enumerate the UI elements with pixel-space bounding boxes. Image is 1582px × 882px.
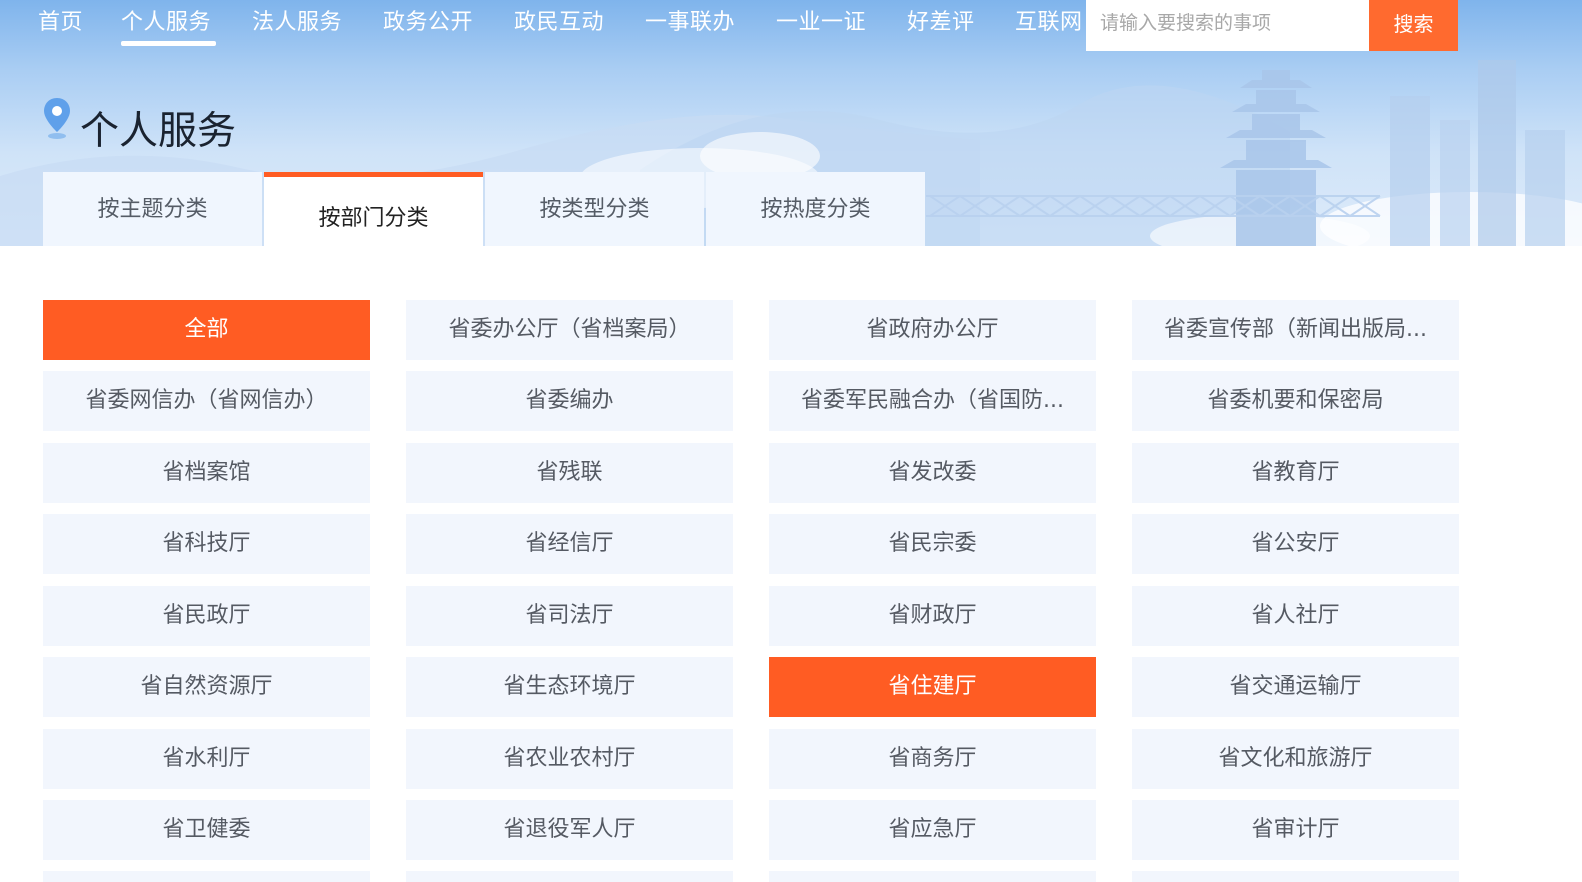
department-item[interactable]: 省文化和旅游厅 [1132,729,1459,789]
department-item-partial[interactable] [769,871,1096,882]
department-item[interactable]: 省退役军人厅 [406,800,733,860]
nav-item-internet[interactable]: 互联网 [1015,4,1083,36]
department-item[interactable]: 省司法厅 [406,586,733,646]
nav-item-government-affairs-disclosure[interactable]: 政务公开 [383,4,473,36]
department-item[interactable]: 省商务厅 [769,729,1096,789]
department-item[interactable]: 省委网信办（省网信办） [43,371,370,431]
tab-by-popularity[interactable]: 按热度分类 [706,172,925,246]
nav-item-government-citizen-interaction[interactable]: 政民互动 [514,4,604,36]
department-item[interactable]: 省委军民融合办（省国防... [769,371,1096,431]
department-item[interactable]: 省委编办 [406,371,733,431]
tab-by-department[interactable]: 按部门分类 [264,172,483,246]
active-nav-indicator [121,41,216,46]
department-item[interactable]: 省民政厅 [43,586,370,646]
header-banner: 首页 个人服务 法人服务 政务公开 政民互动 一事联办 一业一证 好差评 互联网… [0,0,1582,246]
department-item[interactable]: 省农业农村厅 [406,729,733,789]
location-pin-icon [44,98,70,139]
page-title: 个人服务 [80,109,237,154]
department-item[interactable]: 省自然资源厅 [43,657,370,717]
department-item[interactable]: 省审计厅 [1132,800,1459,860]
department-item[interactable]: 省经信厅 [406,514,733,574]
nav-item-service-rating[interactable]: 好差评 [907,4,975,36]
department-item[interactable]: 省政府办公厅 [769,300,1096,360]
department-item[interactable]: 省公安厅 [1132,514,1459,574]
department-item[interactable]: 省应急厅 [769,800,1096,860]
department-item[interactable]: 省发改委 [769,443,1096,503]
department-item[interactable]: 省档案馆 [43,443,370,503]
department-item[interactable]: 省委办公厅（省档案局） [406,300,733,360]
nav-item-legal-entity-services[interactable]: 法人服务 [252,4,342,36]
department-item[interactable]: 省委机要和保密局 [1132,371,1459,431]
department-item[interactable]: 省水利厅 [43,729,370,789]
department-item[interactable]: 省生态环境厅 [406,657,733,717]
nav-item-personal-services[interactable]: 个人服务 [121,4,211,36]
search-input[interactable] [1086,0,1369,51]
department-item[interactable]: 省卫健委 [43,800,370,860]
department-item-selected[interactable]: 省住建厅 [769,657,1096,717]
tab-by-theme[interactable]: 按主题分类 [43,172,262,246]
nav-item-one-industry-one-license[interactable]: 一业一证 [776,4,866,36]
department-item[interactable]: 省交通运输厅 [1132,657,1459,717]
nav-item-one-thing-joint-service[interactable]: 一事联办 [645,4,735,36]
department-item-partial[interactable] [1132,871,1459,882]
search-button[interactable]: 搜索 [1369,0,1458,51]
department-item[interactable]: 省教育厅 [1132,443,1459,503]
department-item[interactable]: 省民宗委 [769,514,1096,574]
department-item[interactable]: 省委宣传部（新闻出版局... [1132,300,1459,360]
nav-item-home[interactable]: 首页 [38,4,83,36]
category-tabs: 按主题分类 按部门分类 按类型分类 按热度分类 [43,172,927,246]
tab-by-type[interactable]: 按类型分类 [485,172,704,246]
department-item-partial[interactable] [43,871,370,882]
department-item[interactable]: 省残联 [406,443,733,503]
top-navigation: 首页 个人服务 法人服务 政务公开 政民互动 一事联办 一业一证 好差评 互联网 [0,0,1090,50]
department-item-all[interactable]: 全部 [43,300,370,360]
department-item[interactable]: 省科技厅 [43,514,370,574]
department-item[interactable]: 省人社厅 [1132,586,1459,646]
department-item-partial[interactable] [406,871,733,882]
department-item[interactable]: 省财政厅 [769,586,1096,646]
